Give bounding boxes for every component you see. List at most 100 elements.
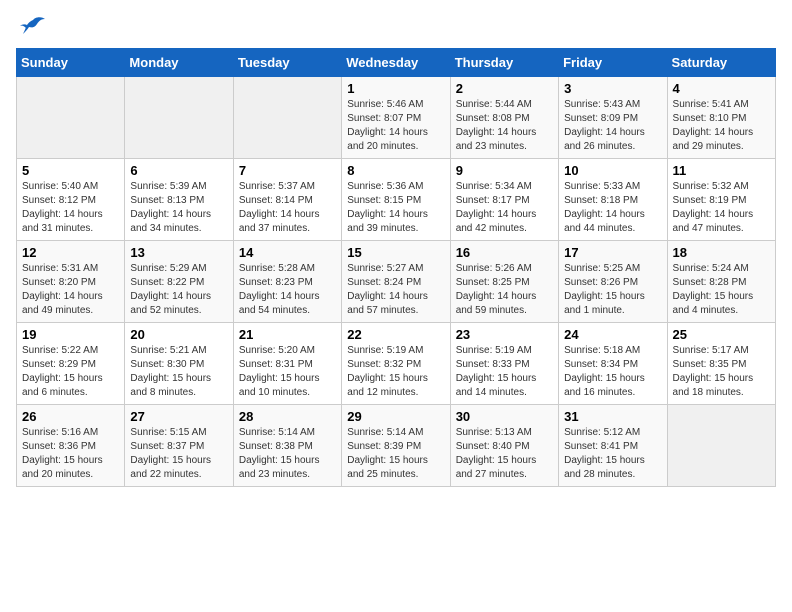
calendar-cell: 11 Sunrise: 5:32 AM Sunset: 8:19 PM Dayli… (667, 159, 775, 241)
day-number: 11 (673, 163, 770, 178)
calendar-cell: 17 Sunrise: 5:25 AM Sunset: 8:26 PM Dayli… (559, 241, 667, 323)
day-number: 19 (22, 327, 119, 342)
calendar-cell: 26 Sunrise: 5:16 AM Sunset: 8:36 PM Dayli… (17, 405, 125, 487)
day-info: Sunrise: 5:27 AM Sunset: 8:24 PM Dayligh… (347, 262, 444, 318)
calendar-cell: 2Sunrise: 5:44 AM Sunset: 8:08 PM Daylig… (450, 77, 558, 159)
day-number: 8 (347, 163, 444, 178)
day-info: Sunrise: 5:20 AM Sunset: 8:31 PM Dayligh… (239, 344, 336, 400)
calendar-cell: 16 Sunrise: 5:26 AM Sunset: 8:25 PM Dayli… (450, 241, 558, 323)
calendar-cell: 21 Sunrise: 5:20 AM Sunset: 8:31 PM Dayli… (233, 323, 341, 405)
calendar-cell: 30 Sunrise: 5:13 AM Sunset: 8:40 PM Dayli… (450, 405, 558, 487)
day-info: Sunrise: 5:21 AM Sunset: 8:30 PM Dayligh… (130, 344, 227, 400)
day-info: Sunrise: 5:36 AM Sunset: 8:15 PM Dayligh… (347, 180, 444, 236)
calendar-cell: 7Sunrise: 5:37 AM Sunset: 8:14 PM Daylig… (233, 159, 341, 241)
day-number: 9 (456, 163, 553, 178)
day-number: 26 (22, 409, 119, 424)
header-thursday: Thursday (450, 49, 558, 77)
day-info: Sunrise: 5:43 AM Sunset: 8:09 PM Dayligh… (564, 98, 661, 154)
calendar-cell: 22 Sunrise: 5:19 AM Sunset: 8:32 PM Dayli… (342, 323, 450, 405)
week-row-3: 12 Sunrise: 5:31 AM Sunset: 8:20 PM Dayli… (17, 241, 776, 323)
header-sunday: Sunday (17, 49, 125, 77)
day-number: 10 (564, 163, 661, 178)
calendar-cell: 13Sunrise: 5:29 AM Sunset: 8:22 PM Dayli… (125, 241, 233, 323)
header-saturday: Saturday (667, 49, 775, 77)
week-row-2: 5 Sunrise: 5:40 AM Sunset: 8:12 PM Daylig… (17, 159, 776, 241)
calendar-cell: 6Sunrise: 5:39 AM Sunset: 8:13 PM Daylig… (125, 159, 233, 241)
day-number: 3 (564, 81, 661, 96)
day-info: Sunrise: 5:17 AM Sunset: 8:35 PM Dayligh… (673, 344, 770, 400)
day-number: 27 (130, 409, 227, 424)
day-number: 20 (130, 327, 227, 342)
calendar-header-row: SundayMondayTuesdayWednesdayThursdayFrid… (17, 49, 776, 77)
day-number: 30 (456, 409, 553, 424)
calendar-cell: 10 Sunrise: 5:33 AM Sunset: 8:18 PM Dayli… (559, 159, 667, 241)
day-info: Sunrise: 5:22 AM Sunset: 8:29 PM Dayligh… (22, 344, 119, 400)
day-number: 16 (456, 245, 553, 260)
day-info: Sunrise: 5:13 AM Sunset: 8:40 PM Dayligh… (456, 426, 553, 482)
calendar-cell: 20 Sunrise: 5:21 AM Sunset: 8:30 PM Dayli… (125, 323, 233, 405)
day-info: Sunrise: 5:16 AM Sunset: 8:36 PM Dayligh… (22, 426, 119, 482)
calendar-cell: 3 Sunrise: 5:43 AM Sunset: 8:09 PM Daylig… (559, 77, 667, 159)
week-row-1: 1 Sunrise: 5:46 AM Sunset: 8:07 PM Daylig… (17, 77, 776, 159)
header-wednesday: Wednesday (342, 49, 450, 77)
calendar-cell: 29 Sunrise: 5:14 AM Sunset: 8:39 PM Dayli… (342, 405, 450, 487)
day-info: Sunrise: 5:24 AM Sunset: 8:28 PM Dayligh… (673, 262, 770, 318)
calendar-cell: 12 Sunrise: 5:31 AM Sunset: 8:20 PM Dayli… (17, 241, 125, 323)
calendar-cell: 1 Sunrise: 5:46 AM Sunset: 8:07 PM Daylig… (342, 77, 450, 159)
day-number: 4 (673, 81, 770, 96)
day-info: Sunrise: 5:33 AM Sunset: 8:18 PM Dayligh… (564, 180, 661, 236)
day-info: Sunrise: 5:28 AM Sunset: 8:23 PM Dayligh… (239, 262, 336, 318)
calendar-cell: 19 Sunrise: 5:22 AM Sunset: 8:29 PM Dayli… (17, 323, 125, 405)
header-tuesday: Tuesday (233, 49, 341, 77)
calendar-cell: 14Sunrise: 5:28 AM Sunset: 8:23 PM Dayli… (233, 241, 341, 323)
day-number: 13 (130, 245, 227, 260)
day-info: Sunrise: 5:15 AM Sunset: 8:37 PM Dayligh… (130, 426, 227, 482)
calendar-cell: 28 Sunrise: 5:14 AM Sunset: 8:38 PM Dayli… (233, 405, 341, 487)
day-number: 28 (239, 409, 336, 424)
day-number: 21 (239, 327, 336, 342)
day-info: Sunrise: 5:18 AM Sunset: 8:34 PM Dayligh… (564, 344, 661, 400)
calendar-cell: 18 Sunrise: 5:24 AM Sunset: 8:28 PM Dayli… (667, 241, 775, 323)
logo-bird-icon (19, 16, 47, 38)
calendar-cell: 8 Sunrise: 5:36 AM Sunset: 8:15 PM Daylig… (342, 159, 450, 241)
day-number: 24 (564, 327, 661, 342)
calendar-cell: 5 Sunrise: 5:40 AM Sunset: 8:12 PM Daylig… (17, 159, 125, 241)
day-number: 12 (22, 245, 119, 260)
day-info: Sunrise: 5:26 AM Sunset: 8:25 PM Dayligh… (456, 262, 553, 318)
day-info: Sunrise: 5:39 AM Sunset: 8:13 PM Dayligh… (130, 180, 227, 236)
calendar-cell: 31Sunrise: 5:12 AM Sunset: 8:41 PM Dayli… (559, 405, 667, 487)
day-number: 25 (673, 327, 770, 342)
day-number: 1 (347, 81, 444, 96)
page-header (16, 16, 776, 38)
header-friday: Friday (559, 49, 667, 77)
day-number: 22 (347, 327, 444, 342)
calendar-cell (125, 77, 233, 159)
day-info: Sunrise: 5:19 AM Sunset: 8:32 PM Dayligh… (347, 344, 444, 400)
day-number: 17 (564, 245, 661, 260)
logo (16, 16, 47, 38)
day-number: 31 (564, 409, 661, 424)
day-info: Sunrise: 5:31 AM Sunset: 8:20 PM Dayligh… (22, 262, 119, 318)
week-row-4: 19 Sunrise: 5:22 AM Sunset: 8:29 PM Dayli… (17, 323, 776, 405)
day-info: Sunrise: 5:25 AM Sunset: 8:26 PM Dayligh… (564, 262, 661, 318)
calendar-cell (667, 405, 775, 487)
day-number: 18 (673, 245, 770, 260)
day-info: Sunrise: 5:14 AM Sunset: 8:39 PM Dayligh… (347, 426, 444, 482)
day-info: Sunrise: 5:40 AM Sunset: 8:12 PM Dayligh… (22, 180, 119, 236)
day-info: Sunrise: 5:37 AM Sunset: 8:14 PM Dayligh… (239, 180, 336, 236)
calendar-cell: 25 Sunrise: 5:17 AM Sunset: 8:35 PM Dayli… (667, 323, 775, 405)
calendar-table: SundayMondayTuesdayWednesdayThursdayFrid… (16, 48, 776, 487)
calendar-cell: 4 Sunrise: 5:41 AM Sunset: 8:10 PM Daylig… (667, 77, 775, 159)
day-info: Sunrise: 5:44 AM Sunset: 8:08 PM Dayligh… (456, 98, 553, 154)
day-info: Sunrise: 5:32 AM Sunset: 8:19 PM Dayligh… (673, 180, 770, 236)
day-info: Sunrise: 5:46 AM Sunset: 8:07 PM Dayligh… (347, 98, 444, 154)
day-number: 29 (347, 409, 444, 424)
calendar-cell: 27 Sunrise: 5:15 AM Sunset: 8:37 PM Dayli… (125, 405, 233, 487)
calendar-cell: 15Sunrise: 5:27 AM Sunset: 8:24 PM Dayli… (342, 241, 450, 323)
day-info: Sunrise: 5:19 AM Sunset: 8:33 PM Dayligh… (456, 344, 553, 400)
day-info: Sunrise: 5:41 AM Sunset: 8:10 PM Dayligh… (673, 98, 770, 154)
calendar-cell (17, 77, 125, 159)
calendar-cell (233, 77, 341, 159)
day-number: 5 (22, 163, 119, 178)
day-info: Sunrise: 5:14 AM Sunset: 8:38 PM Dayligh… (239, 426, 336, 482)
